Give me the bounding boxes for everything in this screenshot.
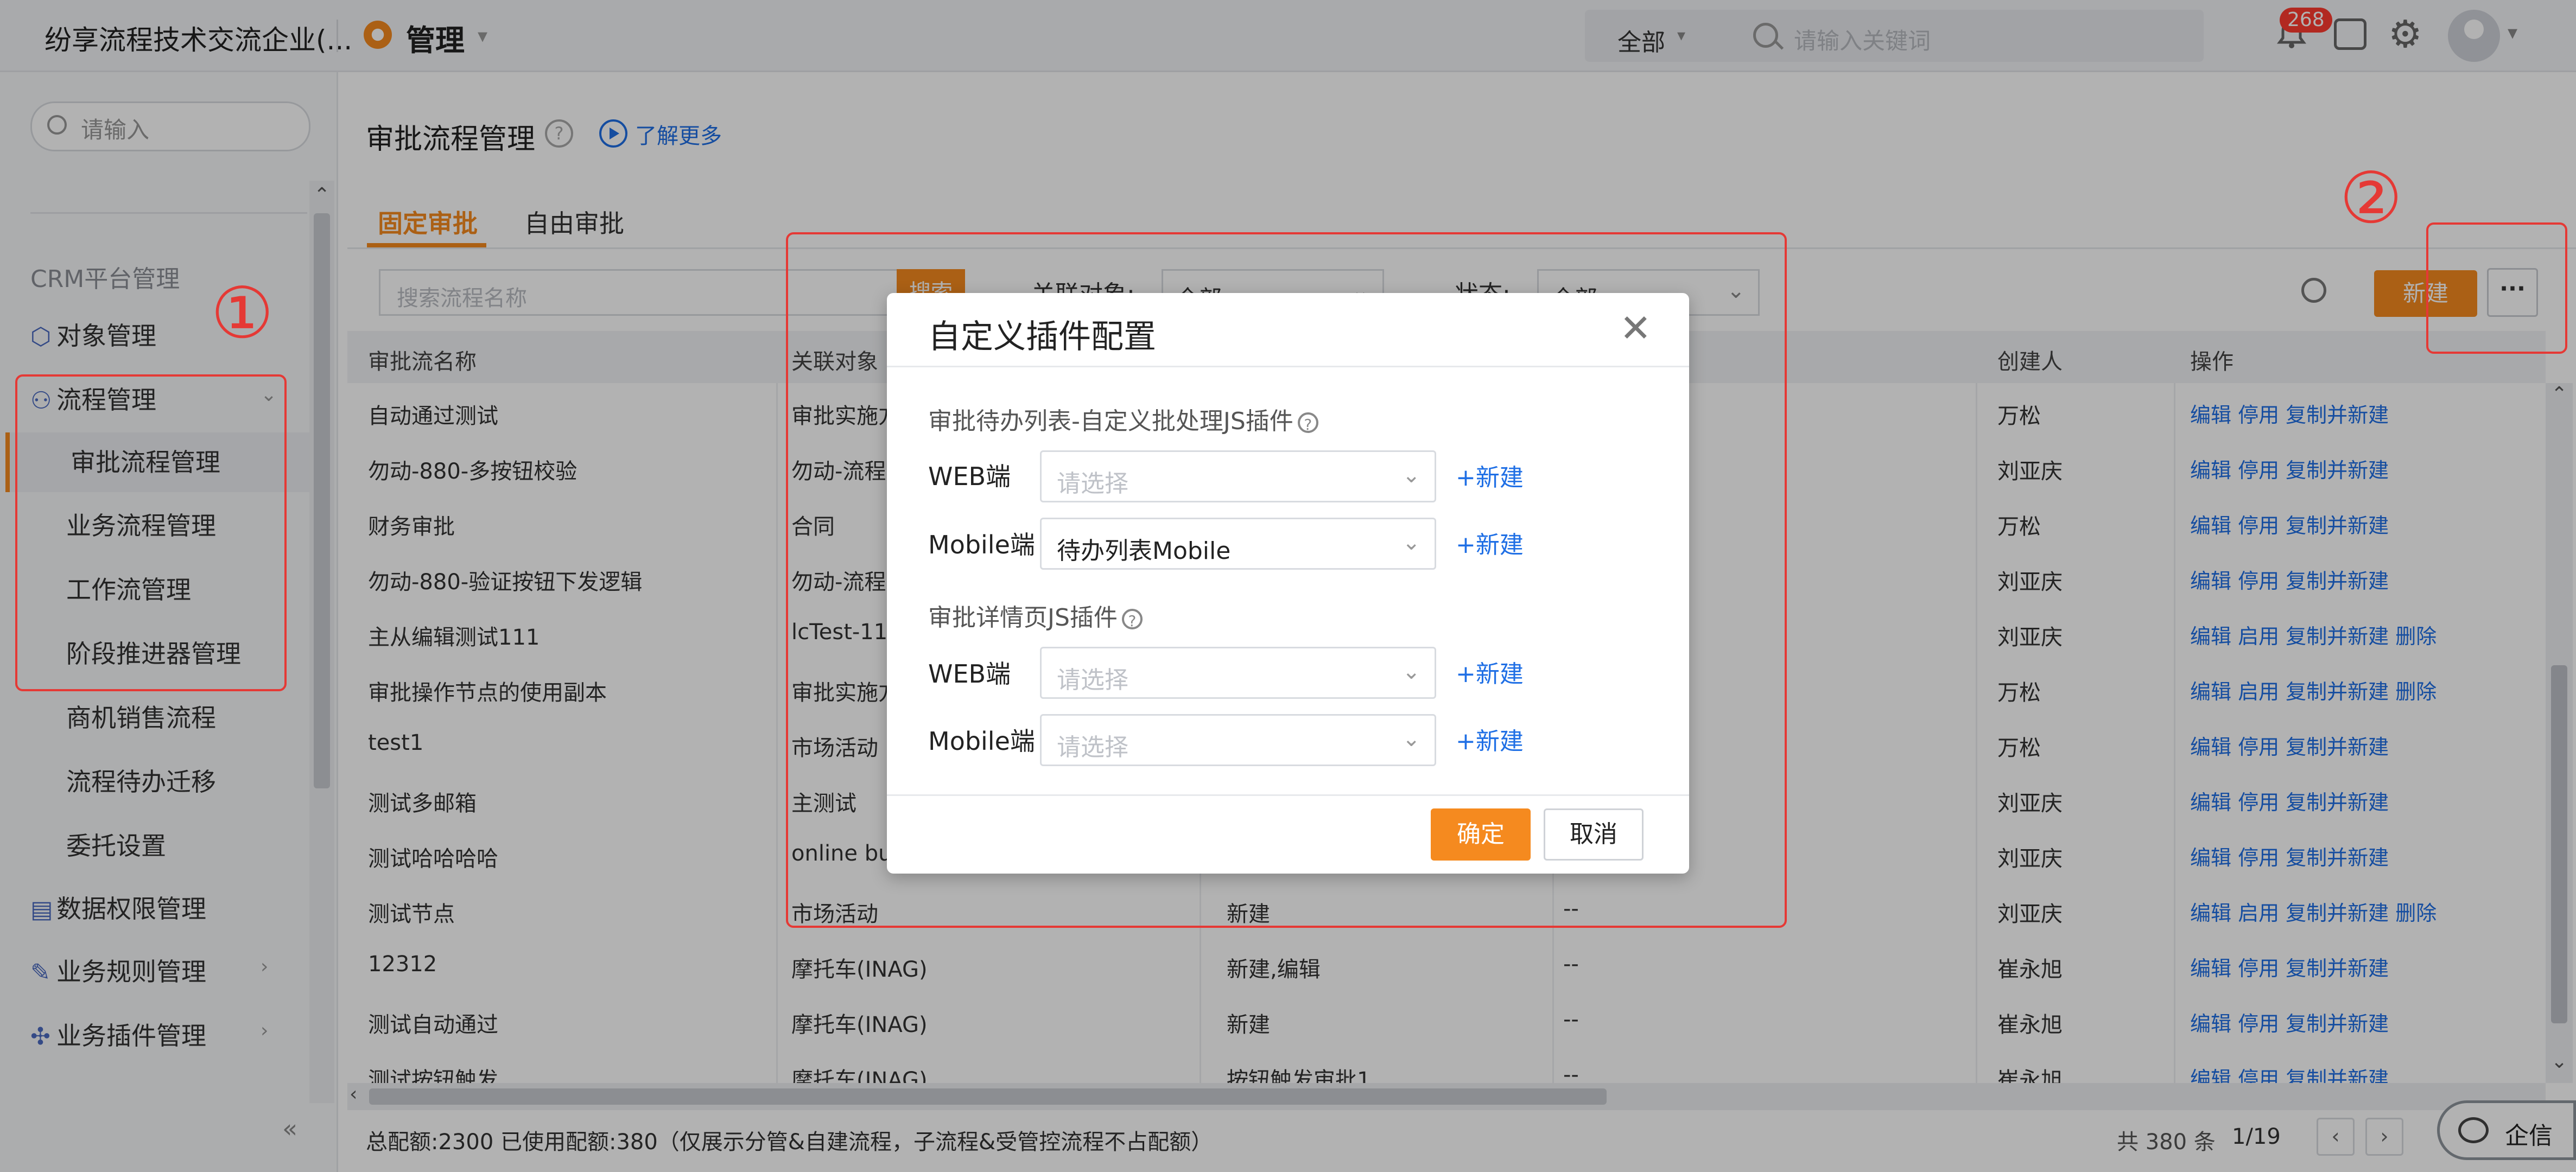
chevron-down-icon: ⌄ <box>1402 659 1420 684</box>
web-label: WEB端 <box>928 659 1011 689</box>
annotation-box-1 <box>15 374 287 691</box>
todo-web-plugin-select[interactable]: 请选择 ⌄ <box>1040 450 1436 502</box>
annotation-box-2 <box>2426 222 2567 354</box>
web-label: WEB端 <box>928 462 1011 491</box>
select-placeholder: 请选择 <box>1057 470 1128 498</box>
mobile-label: Mobile端 <box>928 727 1035 756</box>
section-todo-plugin: 审批待办列表-自定义批处理JS插件? <box>928 402 1318 436</box>
divider <box>887 366 1689 367</box>
select-placeholder: 请选择 <box>1057 666 1128 694</box>
todo-mobile-plugin-select[interactable]: 待办列表Mobile ⌄ <box>1040 518 1436 570</box>
chevron-down-icon: ⌄ <box>1402 463 1420 488</box>
section-detail-plugin: 审批详情页JS插件? <box>928 598 1143 633</box>
divider <box>887 794 1689 796</box>
close-icon[interactable]: ✕ <box>1620 309 1652 347</box>
annotation-number-2: ② <box>2339 157 2403 239</box>
confirm-button[interactable]: 确定 <box>1431 808 1531 861</box>
help-icon[interactable]: ? <box>1297 412 1318 434</box>
detail-mobile-plugin-select[interactable]: 请选择 ⌄ <box>1040 714 1436 766</box>
cancel-button[interactable]: 取消 <box>1544 808 1644 861</box>
mobile-label: Mobile端 <box>928 530 1035 559</box>
select-value: 待办列表Mobile <box>1057 537 1231 565</box>
select-placeholder: 请选择 <box>1057 734 1128 761</box>
chevron-down-icon: ⌄ <box>1402 530 1420 555</box>
help-icon[interactable]: ? <box>1121 609 1143 630</box>
annotation-number-1: ① <box>211 272 274 354</box>
add-detail-web-plugin-link[interactable]: +新建 <box>1456 654 1524 689</box>
dialog-title: 自定义插件配置 <box>928 318 1156 356</box>
custom-plugin-dialog: 自定义插件配置 ✕ 审批待办列表-自定义批处理JS插件? WEB端 请选择 ⌄ … <box>887 293 1689 874</box>
section-label: 审批详情页JS插件 <box>928 604 1118 632</box>
detail-web-plugin-select[interactable]: 请选择 ⌄ <box>1040 647 1436 699</box>
add-todo-web-plugin-link[interactable]: +新建 <box>1456 458 1524 493</box>
add-detail-mobile-plugin-link[interactable]: +新建 <box>1456 722 1524 756</box>
section-label: 审批待办列表-自定义批处理JS插件 <box>928 407 1293 435</box>
chevron-down-icon: ⌄ <box>1402 727 1420 751</box>
add-todo-mobile-plugin-link[interactable]: +新建 <box>1456 525 1524 560</box>
